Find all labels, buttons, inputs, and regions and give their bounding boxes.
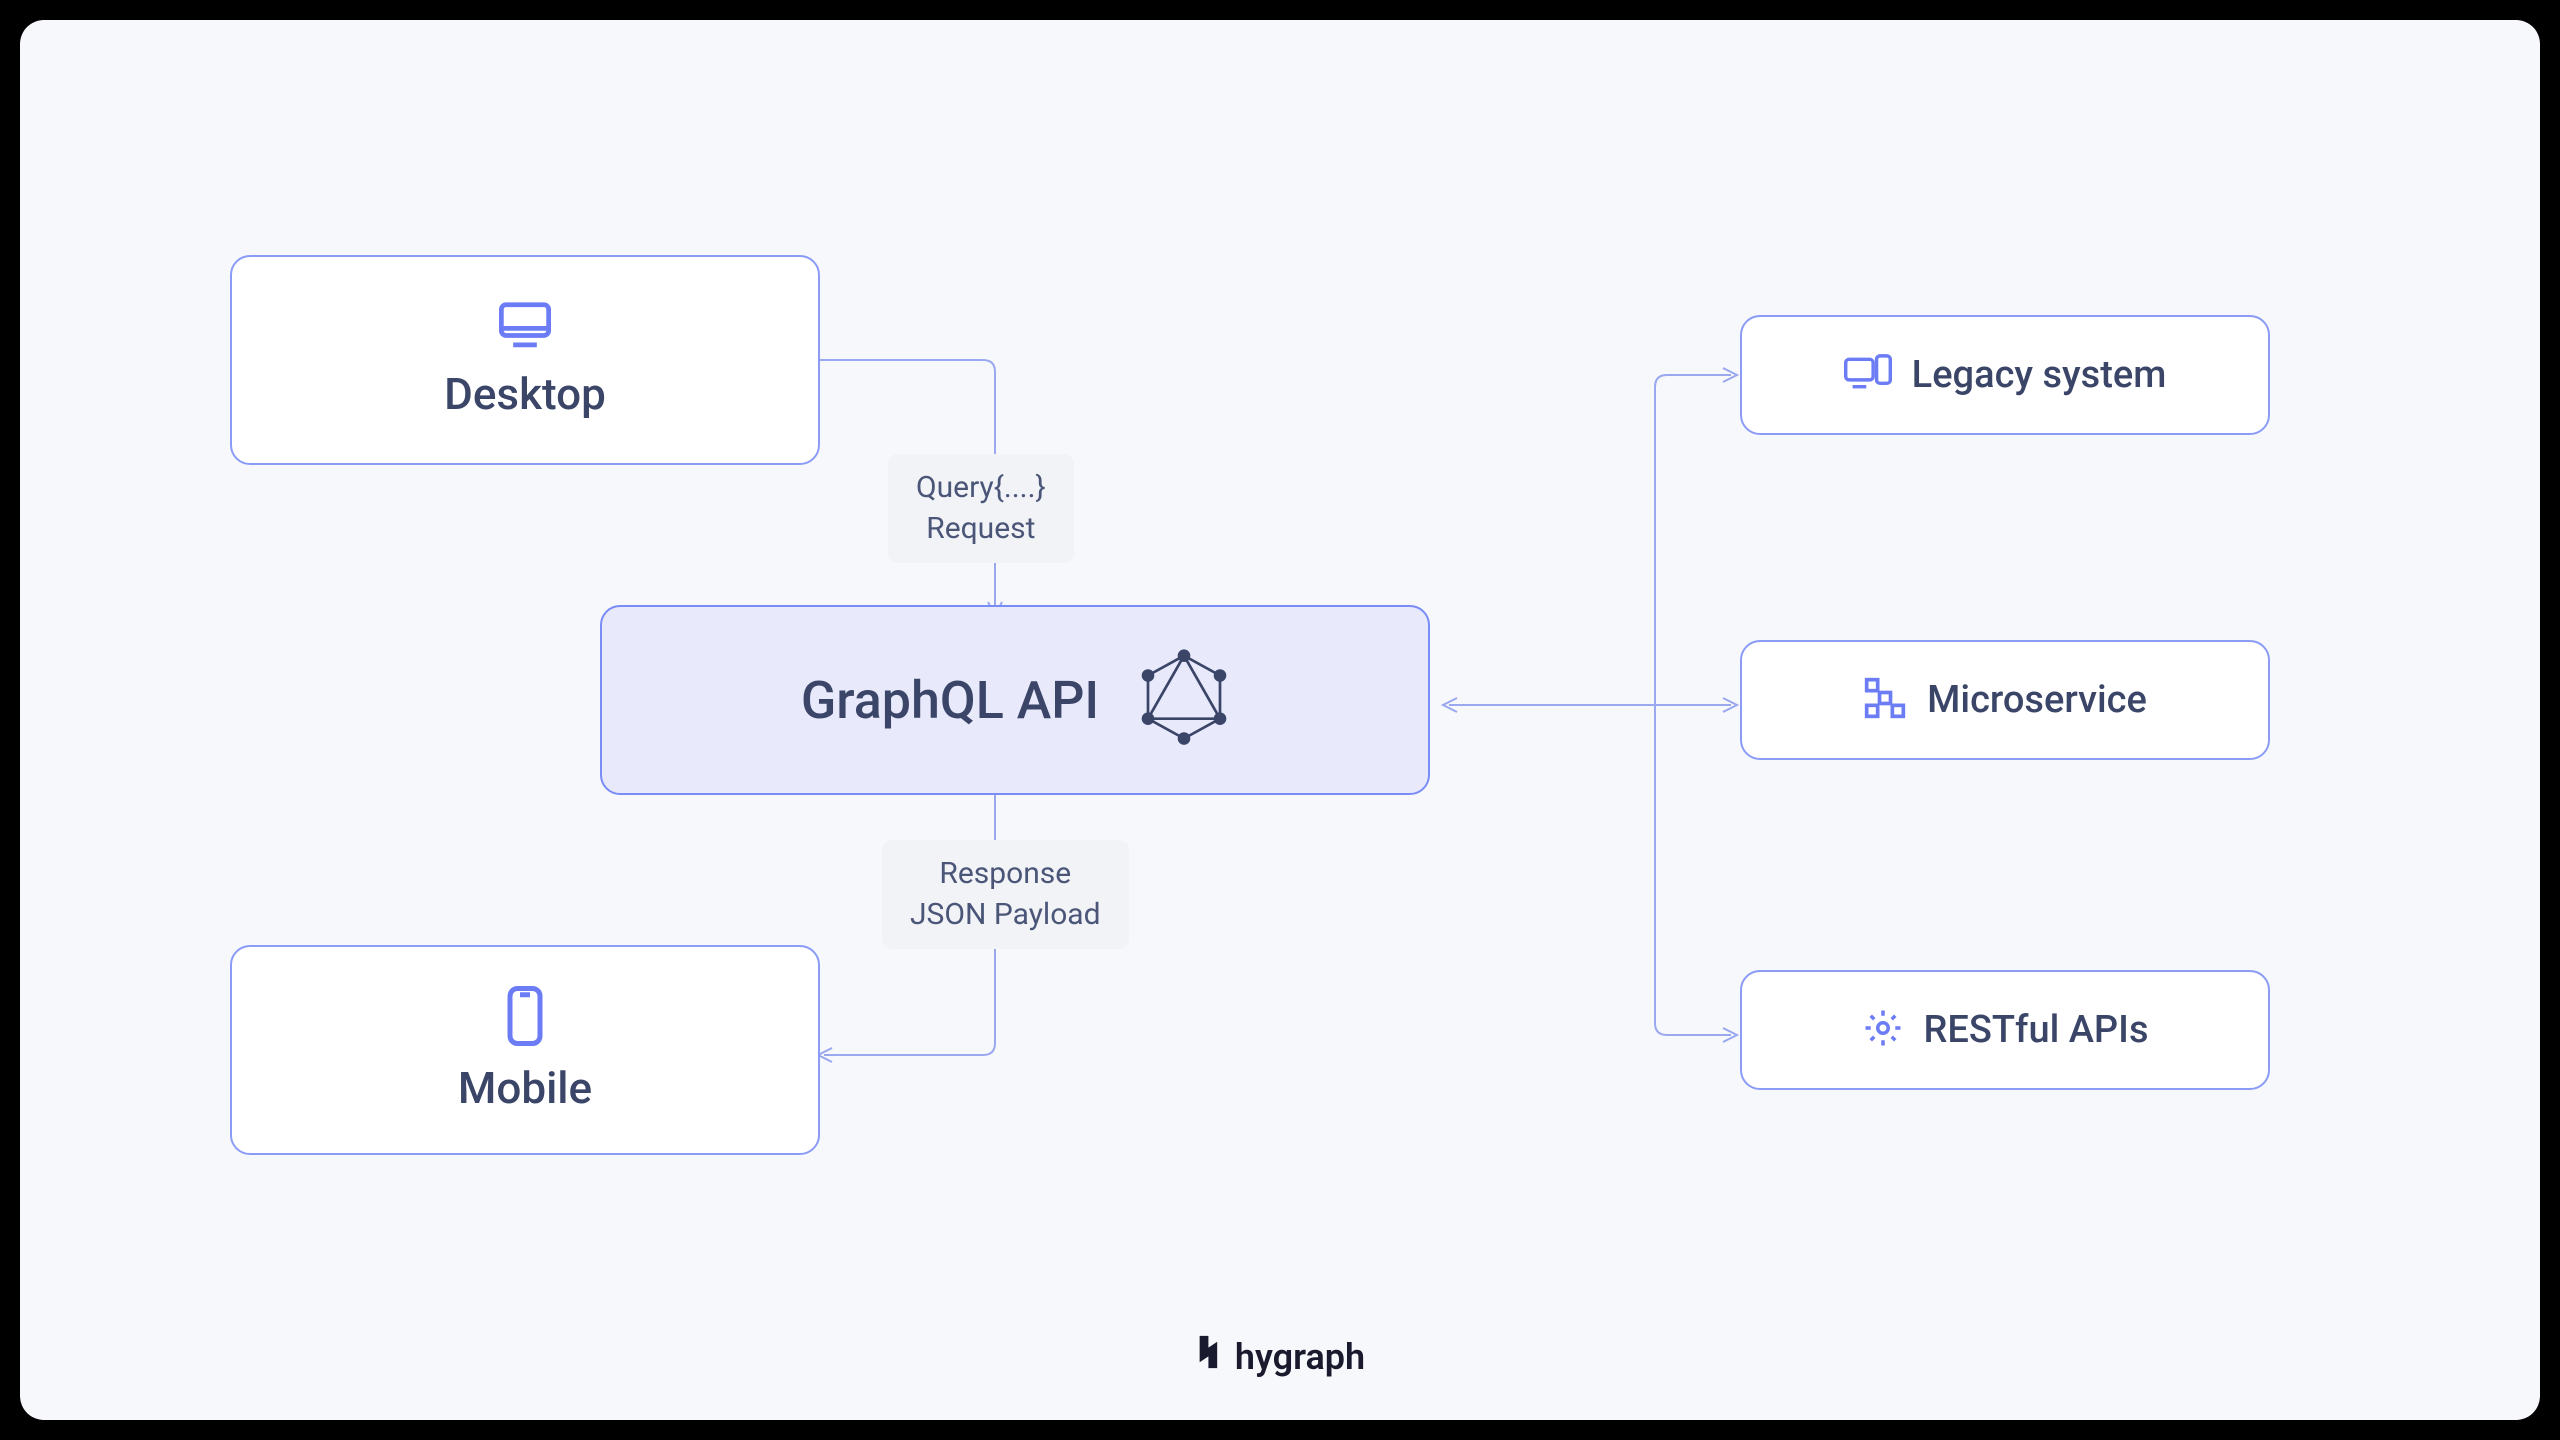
edge-label-request: Query{....} Request <box>888 454 1074 563</box>
diagram-canvas: Desktop Mobile GraphQL API <box>20 20 2540 1420</box>
node-graphql-label: GraphQL API <box>801 670 1099 731</box>
node-restful-apis: RESTful APIs <box>1740 970 2270 1090</box>
legacy-system-icon <box>1844 353 1892 397</box>
microservice-icon <box>1863 676 1907 724</box>
edge-label-response: Response JSON Payload <box>882 840 1129 949</box>
edge-request-line2: Request <box>916 509 1046 550</box>
node-legacy-label: Legacy system <box>1912 353 2167 397</box>
brand-logo: hygraph <box>1195 1333 1365 1380</box>
node-mobile: Mobile <box>230 945 820 1155</box>
node-graphql-api: GraphQL API <box>600 605 1430 795</box>
node-microservice: Microservice <box>1740 640 2270 760</box>
edge-response-line1: Response <box>910 854 1101 895</box>
edge-request-line1: Query{....} <box>916 468 1046 509</box>
edge-response-line2: JSON Payload <box>910 895 1101 936</box>
desktop-icon <box>495 300 555 356</box>
hygraph-logo-icon <box>1195 1333 1225 1380</box>
gear-icon <box>1862 1007 1904 1053</box>
node-mobile-label: Mobile <box>458 1062 592 1114</box>
graphql-icon <box>1139 648 1229 752</box>
node-microservice-label: Microservice <box>1927 678 2147 722</box>
connector-api-to-services <box>1435 375 1755 1055</box>
mobile-icon <box>505 986 545 1050</box>
node-desktop: Desktop <box>230 255 820 465</box>
node-restful-label: RESTful APIs <box>1924 1008 2149 1052</box>
node-desktop-label: Desktop <box>444 368 606 420</box>
node-legacy-system: Legacy system <box>1740 315 2270 435</box>
brand-name: hygraph <box>1235 1336 1365 1378</box>
